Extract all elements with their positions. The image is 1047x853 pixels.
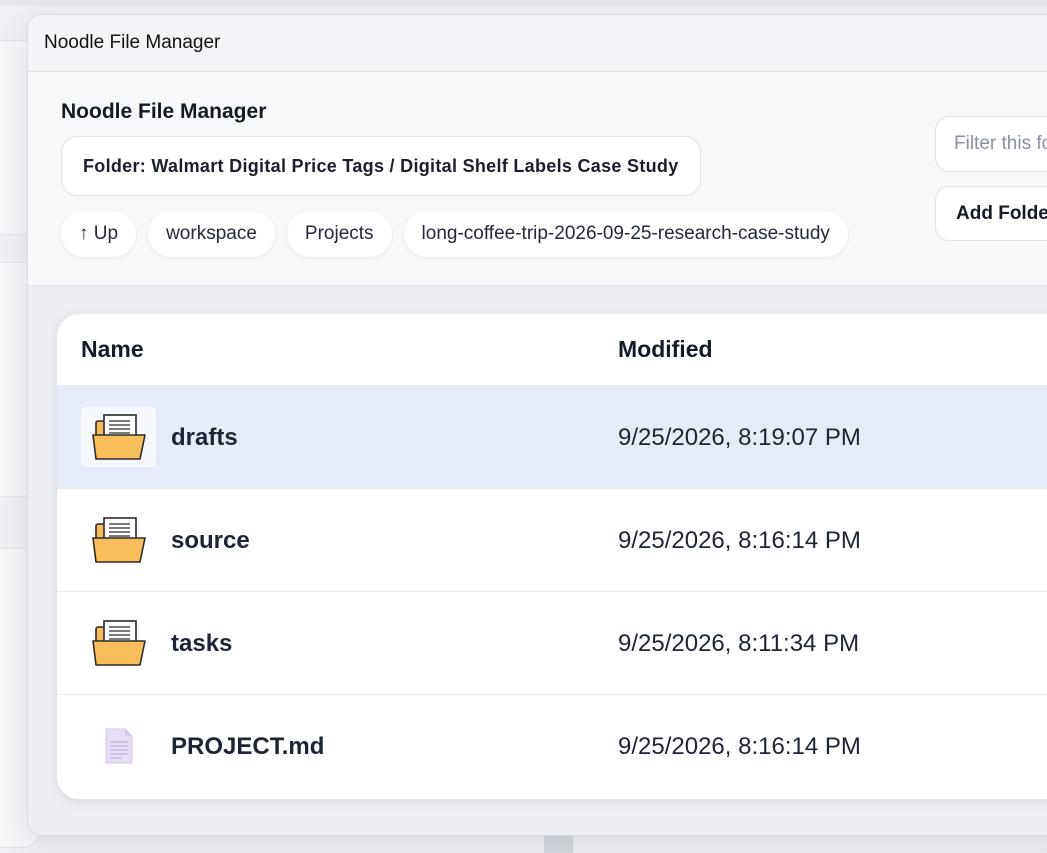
breadcrumb-projects[interactable]: Projects xyxy=(286,211,392,257)
breadcrumb-workspace[interactable]: workspace xyxy=(148,211,275,257)
file-modified: 9/25/2026, 8:16:14 PM xyxy=(618,733,861,760)
folder-open-icon xyxy=(81,613,156,673)
column-header-modified[interactable]: Modified xyxy=(618,336,713,363)
file-name: source xyxy=(171,527,250,554)
window-title: Noodle File Manager xyxy=(44,32,221,53)
toolbar-header: Noodle File Manager Folder: Walmart Digi… xyxy=(28,72,1047,286)
file-modified: 9/25/2026, 8:16:14 PM xyxy=(618,527,861,554)
breadcrumb-current-folder[interactable]: long-coffee-trip-2026-09-25-research-cas… xyxy=(403,211,848,257)
breadcrumb: ↑ Up workspace Projects long-coffee-trip… xyxy=(61,211,848,257)
file-row-drafts[interactable]: drafts 9/25/2026, 8:19:07 PM xyxy=(57,386,1047,489)
file-list: Name Modified drafts 9/25/2026, 8:19:07 … xyxy=(57,314,1047,799)
folder-open-icon xyxy=(81,510,156,570)
file-row-project-md[interactable]: PROJECT.md 9/25/2026, 8:16:14 PM xyxy=(57,695,1047,798)
file-name: tasks xyxy=(171,630,233,657)
background-strip xyxy=(0,0,1047,6)
app-title: Noodle File Manager xyxy=(61,100,267,123)
file-manager-window: Noodle File Manager Noodle File Manager … xyxy=(27,14,1047,836)
background-fragment xyxy=(544,835,573,853)
file-name: drafts xyxy=(171,424,238,451)
file-row-source[interactable]: source 9/25/2026, 8:16:14 PM xyxy=(57,489,1047,592)
column-header-name[interactable]: Name xyxy=(81,336,144,363)
add-folder-button[interactable]: Add Folder xyxy=(935,186,1047,241)
file-modified: 9/25/2026, 8:11:34 PM xyxy=(618,630,860,657)
filter-input[interactable] xyxy=(935,116,1047,172)
document-icon xyxy=(81,716,156,776)
folder-open-icon xyxy=(81,407,156,467)
folder-path-label: Folder: Walmart Digital Price Tags / Dig… xyxy=(61,136,701,196)
up-button[interactable]: ↑ Up xyxy=(61,211,137,257)
file-row-tasks[interactable]: tasks 9/25/2026, 8:11:34 PM xyxy=(57,592,1047,695)
file-name: PROJECT.md xyxy=(171,733,325,760)
file-list-header: Name Modified xyxy=(57,314,1047,386)
window-titlebar[interactable]: Noodle File Manager xyxy=(28,15,1047,72)
file-modified: 9/25/2026, 8:19:07 PM xyxy=(618,424,861,451)
